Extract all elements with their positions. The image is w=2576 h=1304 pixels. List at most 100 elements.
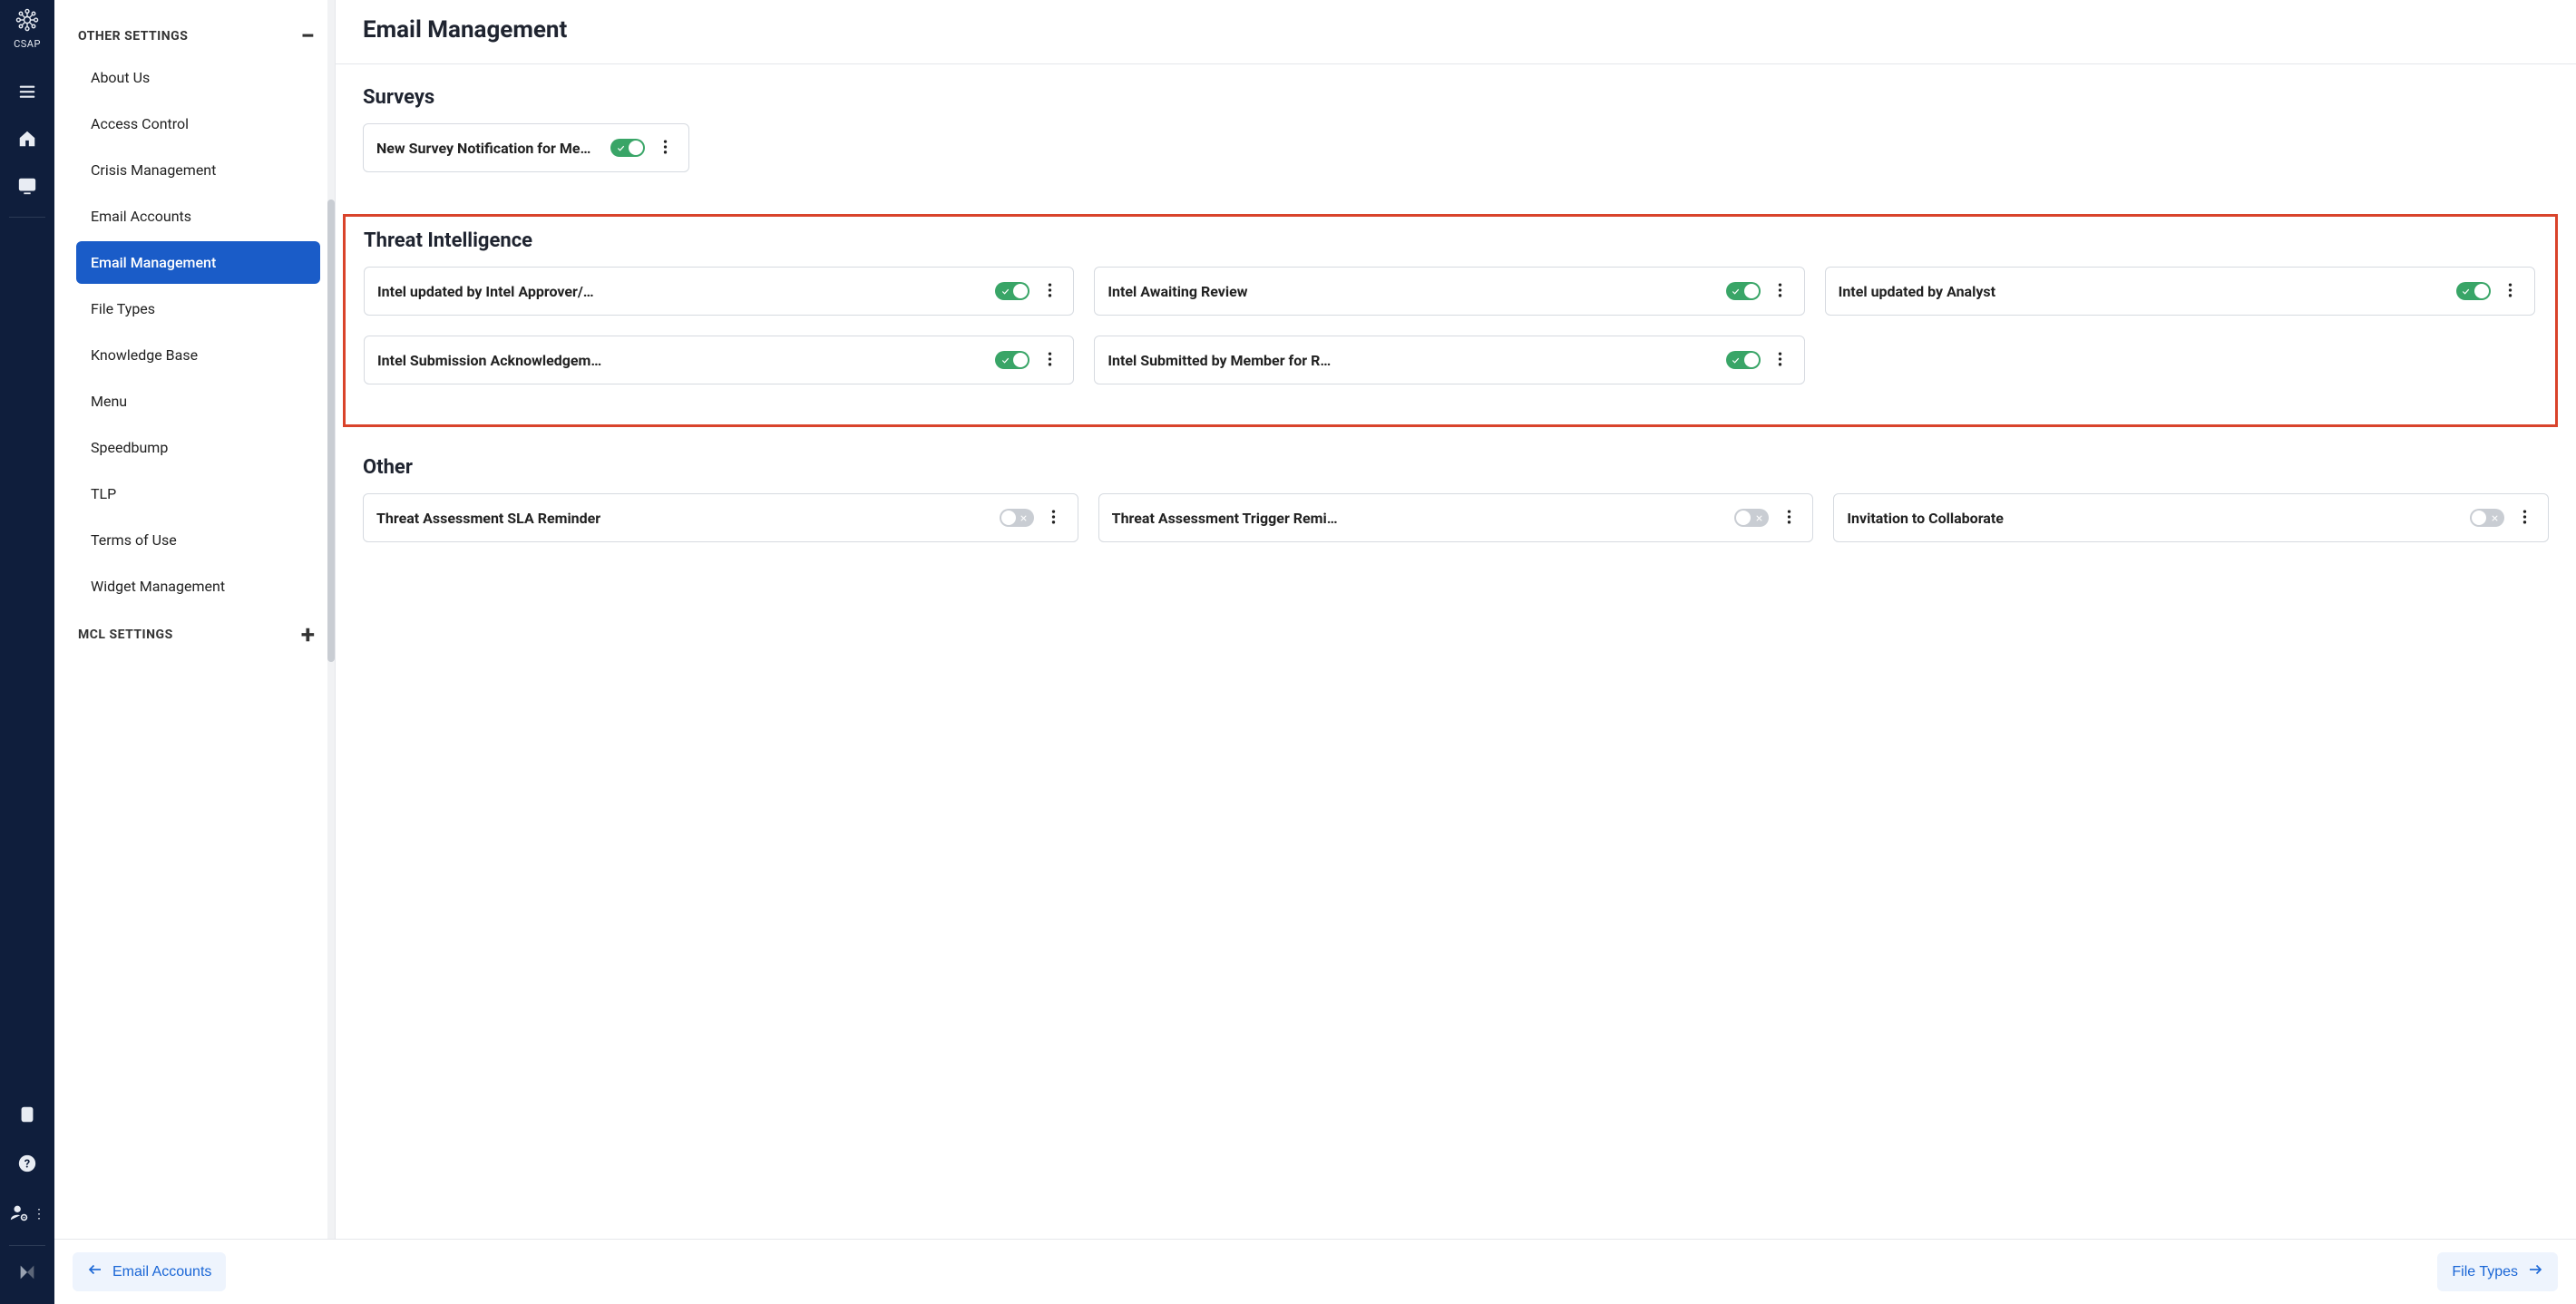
rail-monitor-button[interactable]	[0, 164, 54, 211]
card-menu-button[interactable]	[1039, 280, 1060, 302]
brand-logo: CSAP	[14, 7, 41, 50]
minus-icon: −	[300, 30, 315, 43]
check-icon	[1731, 286, 1742, 297]
card-title: Intel Submission Acknowledgem…	[377, 352, 986, 369]
card-title: Threat Assessment Trigger Remi…	[1112, 510, 1726, 527]
sidebar-scroll-thumb[interactable]	[327, 199, 335, 662]
enable-toggle[interactable]	[995, 351, 1029, 369]
card-menu-button[interactable]	[654, 137, 676, 159]
kebab-icon	[663, 139, 668, 158]
x-icon	[1019, 512, 1029, 523]
sidebar-item-file-types[interactable]: File Types	[76, 287, 320, 330]
settings-sidebar: OTHER SETTINGS − About UsAccess Control Cri…	[54, 0, 336, 1239]
rail-clipboard-button[interactable]	[0, 1093, 54, 1140]
email-template-card: Intel Submission Acknowledgem…	[364, 336, 1074, 384]
card-title: Invitation to Collaborate	[1847, 510, 2461, 527]
sidebar-section-label: OTHER SETTINGS	[78, 29, 188, 44]
check-icon	[2461, 286, 2472, 297]
rail-vendor-logo[interactable]	[0, 1253, 54, 1295]
sidebar-item-label: TLP	[91, 485, 116, 502]
enable-toggle[interactable]	[1726, 282, 1761, 300]
help-icon: ?	[17, 1153, 37, 1177]
kebab-icon	[2522, 509, 2527, 528]
sidebar-item-email-management[interactable]: Email Management	[76, 241, 320, 284]
kebab-icon	[2508, 282, 2513, 301]
check-icon	[1000, 286, 1010, 297]
section-other: Other Threat Assessment SLA Reminder Threa…	[336, 434, 2576, 568]
sidebar-item-label: Widget Management	[91, 578, 225, 595]
rail-user-menu[interactable]: ⋮	[0, 1191, 54, 1238]
sidebar-item-email-accounts[interactable]: Email Accounts	[76, 195, 320, 238]
prev-page-button[interactable]: Email Accounts	[73, 1252, 226, 1291]
rail-home-button[interactable]	[0, 117, 54, 164]
rail-separator	[9, 217, 45, 218]
card-title: Intel updated by Intel Approver/…	[377, 283, 986, 300]
rail-menu-button[interactable]	[0, 70, 54, 117]
x-icon	[2489, 512, 2500, 523]
x-icon	[1753, 512, 1764, 523]
email-template-card: Threat Assessment Trigger Remi…	[1098, 493, 1814, 542]
toggle-knob	[1001, 511, 1016, 525]
rail-separator-bottom	[9, 1245, 45, 1246]
sidebar-item-tlp[interactable]: TLP	[76, 472, 320, 515]
sidebar-item-label: Email Accounts	[91, 208, 191, 225]
sidebar-item-label: Menu	[91, 393, 127, 410]
sidebar-item-terms-of-use[interactable]: Terms of Use	[76, 519, 320, 561]
sidebar-item-access-control[interactable]: Access Control	[76, 102, 320, 145]
enable-toggle[interactable]	[1000, 509, 1034, 527]
prev-page-label: Email Accounts	[112, 1264, 211, 1280]
arrow-left-icon	[87, 1261, 103, 1282]
sidebar-section-other[interactable]: OTHER SETTINGS −	[73, 9, 320, 56]
card-menu-button[interactable]	[1770, 349, 1791, 371]
section-surveys: Surveys New Survey Notification for Me…	[336, 64, 2576, 198]
toggle-knob	[1013, 353, 1028, 367]
email-template-card: Intel updated by Analyst	[1825, 267, 2535, 316]
card-menu-button[interactable]	[1039, 349, 1060, 371]
card-menu-button[interactable]	[2500, 280, 2522, 302]
enable-toggle[interactable]	[1726, 351, 1761, 369]
sidebar-item-label: Terms of Use	[91, 531, 177, 549]
card-menu-button[interactable]	[1778, 507, 1800, 529]
bottom-nav: Email Accounts File Types	[54, 1239, 2576, 1304]
main-content: Email Management SurveysNew Survey Notif…	[336, 0, 2576, 1239]
sidebar-item-label: Speedbump	[91, 439, 168, 456]
card-menu-button[interactable]	[2513, 507, 2535, 529]
sidebar-item-menu[interactable]: Menu	[76, 380, 320, 423]
enable-toggle[interactable]	[2456, 282, 2491, 300]
sidebar-section-mcl[interactable]: MCL SETTINGS +	[73, 608, 320, 655]
frame-body: OTHER SETTINGS − About UsAccess Control Cri…	[54, 0, 2576, 1239]
enable-toggle[interactable]	[1734, 509, 1769, 527]
sidebar-item-crisis-management[interactable]: Crisis Management	[76, 149, 320, 191]
email-template-card: Intel Submitted by Member for R…	[1094, 336, 1804, 384]
rail-help-button[interactable]: ?	[0, 1142, 54, 1189]
arrow-right-icon	[2527, 1261, 2543, 1282]
card-menu-button[interactable]	[1770, 280, 1791, 302]
enable-toggle[interactable]	[610, 139, 645, 157]
sidebar-item-label: Crisis Management	[91, 161, 216, 179]
sidebar-list-other: About UsAccess Control Crisis Management E…	[73, 56, 320, 608]
section-title: Threat Intelligence	[364, 229, 2535, 252]
content-frame: OTHER SETTINGS − About UsAccess Control Cri…	[54, 0, 2576, 1304]
sidebar-item-widget-management[interactable]: Widget Management	[76, 565, 320, 608]
plus-icon: +	[301, 628, 315, 641]
sidebar-item-knowledge-base[interactable]: Knowledge Base	[76, 334, 320, 376]
sidebar-item-speedbump[interactable]: Speedbump	[76, 426, 320, 469]
toggle-knob	[1013, 284, 1028, 298]
card-menu-button[interactable]	[1043, 507, 1065, 529]
sidebar-section-label: MCL SETTINGS	[78, 628, 173, 642]
next-page-button[interactable]: File Types	[2437, 1252, 2558, 1291]
sidebar-item-about-us[interactable]: About Us	[76, 56, 320, 99]
sidebar-scroll[interactable]: OTHER SETTINGS − About UsAccess Control Cri…	[54, 0, 335, 1239]
card-title: Intel Submitted by Member for R…	[1107, 352, 1716, 369]
menu-icon	[17, 82, 37, 105]
enable-toggle[interactable]	[995, 282, 1029, 300]
kebab-icon: ⋮	[33, 1208, 45, 1221]
section-title: Other	[363, 456, 2549, 479]
email-template-card: New Survey Notification for Me…	[363, 123, 689, 172]
email-template-card: Threat Assessment SLA Reminder	[363, 493, 1078, 542]
section-title: Surveys	[363, 86, 2549, 109]
svg-text:?: ?	[24, 1158, 30, 1172]
enable-toggle[interactable]	[2470, 509, 2504, 527]
card-row: Intel updated by Intel Approver/…Intel A…	[364, 267, 2535, 316]
content-scroll[interactable]: Email Management SurveysNew Survey Notif…	[336, 0, 2576, 1239]
